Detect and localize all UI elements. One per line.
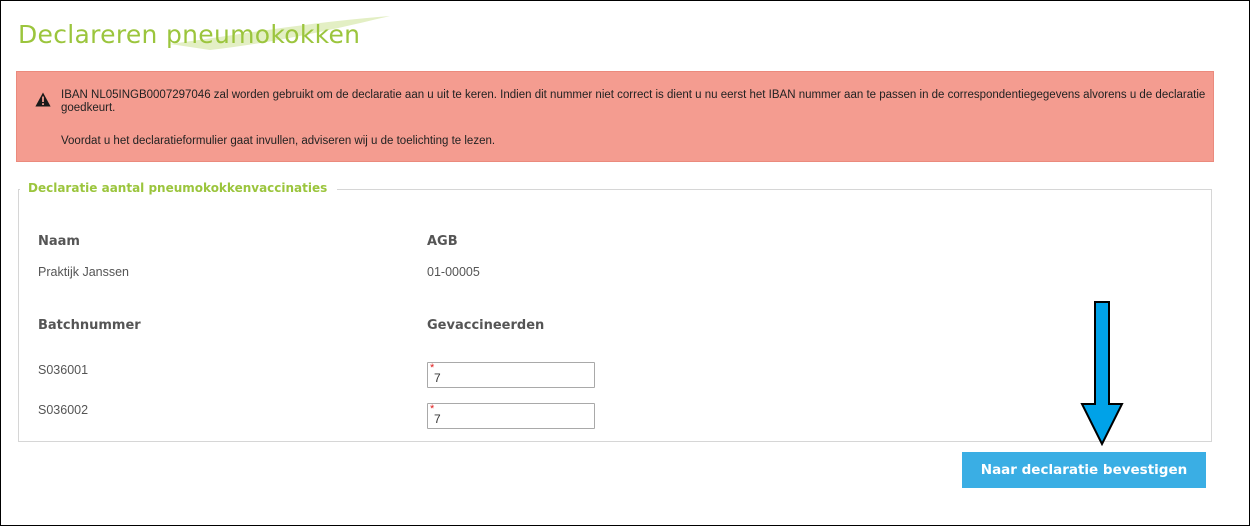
agb-value: 01-00005 xyxy=(427,265,480,279)
fieldset-legend: Declaratie aantal pneumokokkenvaccinatie… xyxy=(20,181,338,195)
vaccinated-input-value: 7 xyxy=(434,412,441,426)
alert-iban-message: IBAN NL05INGB0007297046 zal worden gebru… xyxy=(61,89,1206,114)
vaccinated-label: Gevaccineerden xyxy=(427,318,545,333)
batch-number-row-1: S036001 xyxy=(38,363,89,377)
alert-advice-message: Voordat u het declaratieformulier gaat i… xyxy=(61,135,496,147)
name-value: Praktijk Janssen xyxy=(38,265,130,279)
name-label: Naam xyxy=(38,234,80,249)
batch-number-row-2: S036002 xyxy=(38,403,89,417)
declaration-fieldset xyxy=(18,189,1212,442)
vaccinated-input-row-2[interactable]: * 7 xyxy=(427,403,595,429)
confirm-declaration-button[interactable]: Naar declaratie bevestigen xyxy=(962,452,1206,488)
page-title: Declareren pneumokokken xyxy=(18,20,361,49)
agb-label: AGB xyxy=(427,234,458,249)
batch-number-label: Batchnummer xyxy=(38,318,141,333)
vaccinated-input-row-1[interactable]: * 7 xyxy=(427,362,595,388)
iban-warning-alert: IBAN NL05INGB0007297046 zal worden gebru… xyxy=(16,71,1214,162)
warning-icon xyxy=(35,92,51,107)
arrow-down-icon xyxy=(1080,301,1124,446)
vaccinated-input-value: 7 xyxy=(434,371,441,385)
